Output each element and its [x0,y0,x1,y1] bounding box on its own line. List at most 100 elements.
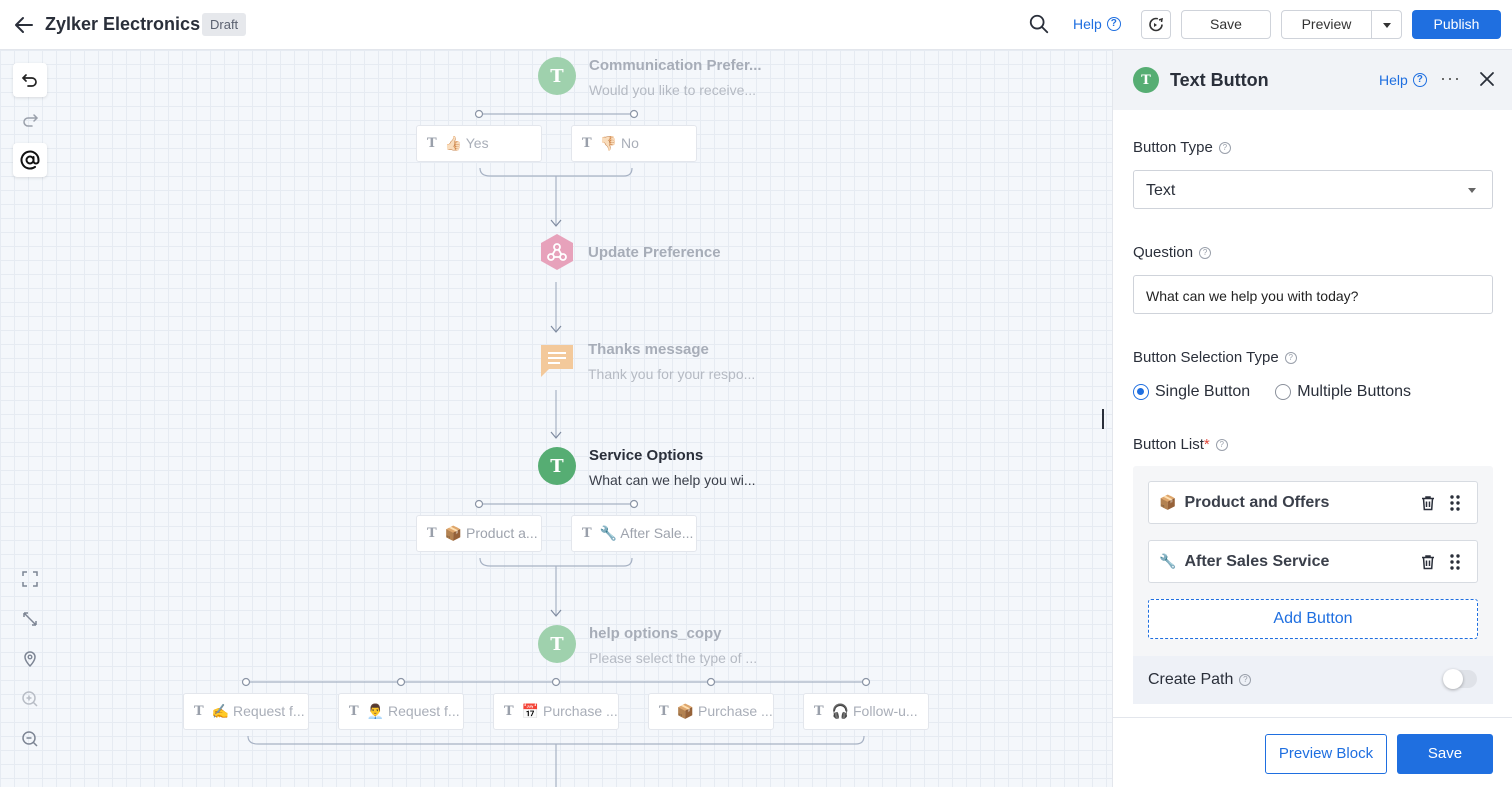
drag-handle-icon[interactable] [1446,494,1464,512]
drag-handle-icon[interactable] [1446,553,1464,571]
location-pin-icon [24,651,36,668]
panel-title: Text Button [1170,70,1269,90]
button-list-item[interactable]: 📦 Product and Offers [1148,481,1478,524]
create-path-toggle[interactable] [1443,669,1477,689]
multiple-buttons-label[interactable]: Multiple Buttons [1297,383,1411,401]
chip-label: 📦 Product a... [444,525,538,541]
undo-button[interactable] [13,63,47,97]
text-button-icon: T [538,447,576,485]
single-button-radio[interactable] [1133,384,1149,400]
status-badge: Draft [202,13,247,36]
info-icon: ? [1284,351,1297,364]
text-type-icon: T [427,136,437,151]
chip-label: 🔧 After Sale... [599,525,694,541]
single-button-label[interactable]: Single Button [1155,383,1250,401]
bot-title: Zylker Electronics [45,14,201,34]
create-path-row: Create Path? [1133,656,1493,704]
block-settings-panel: T Text Button Help? ··· Button Type? Tex… [1112,50,1512,787]
chip-label: 📦 Purchase ... [676,703,773,719]
help-link[interactable]: Help? [1073,16,1121,32]
zoom-out-icon [22,731,38,747]
flow-chip[interactable]: T 👎🏻 No [571,125,697,162]
selection-type-label: Button Selection Type [1133,349,1279,366]
info-icon: ? [1218,141,1231,154]
zoom-in-icon [22,691,38,707]
flow-connectors [241,109,871,787]
expand-button[interactable] [13,602,47,636]
button-type-select[interactable]: Text [1133,170,1493,209]
mention-button[interactable] [13,143,47,177]
expand-arrows-icon [23,612,37,626]
panel-resize-handle[interactable] [1102,409,1104,429]
create-path-label-row: Create Path? [1148,671,1252,689]
locate-button[interactable] [13,642,47,676]
text-button-icon: T [538,57,576,95]
help-circle-icon: ? [1412,73,1427,87]
flow-chip[interactable]: T 📅 Purchase ... [493,693,619,730]
flow-chip[interactable]: T 👍🏻 Yes [416,125,542,162]
flow-chip[interactable]: T 👨‍💼 Request f... [338,693,464,730]
text-type-icon: T [582,526,592,541]
chip-label: 👍🏻 Yes [444,135,489,151]
flow-canvas[interactable]: T Communication Prefer... Would you like… [0,50,1112,787]
selection-type-radio-group: Single Button Multiple Buttons [1133,383,1411,401]
package-icon: 📦 [1159,494,1177,510]
flow-chip[interactable]: T ✍️ Request f... [183,693,309,730]
refresh-icon [1149,17,1163,32]
redo-button[interactable] [13,103,47,137]
chip-label: 👨‍💼 Request f... [366,703,460,719]
flow-chip[interactable]: T 🎧 Follow-u... [803,693,929,730]
publish-button[interactable]: Publish [1412,10,1501,39]
more-options-icon[interactable]: ··· [1440,68,1461,89]
save-button[interactable]: Save [1181,10,1271,39]
required-mark: * [1203,436,1210,453]
button-type-value: Text [1146,182,1176,199]
search-icon[interactable] [1028,13,1050,35]
question-label-row: Question? [1133,244,1212,261]
text-button-icon: T [1133,67,1159,93]
button-type-label: Button Type [1133,139,1213,156]
message-icon [541,345,573,377]
node-title: Update Preference [588,244,721,261]
caret-down-icon [1468,188,1476,193]
at-sign-icon [20,150,40,170]
panel-help-link[interactable]: Help? [1379,72,1427,88]
trash-icon[interactable] [1419,553,1437,571]
trash-icon[interactable] [1419,494,1437,512]
flow-chip[interactable]: T 🔧 After Sale... [571,515,697,552]
fit-screen-button[interactable] [13,562,47,596]
chip-label: 👎🏻 No [599,135,639,151]
node-subtitle: Please select the type of ... [589,650,758,666]
back-arrow-icon[interactable] [12,13,36,37]
node-title: Thanks message [588,341,709,358]
chip-label: 📅 Purchase ... [521,703,618,719]
node-subtitle: What can we help you wi... [589,472,756,488]
question-input[interactable]: What can we help you with today? [1133,275,1493,314]
help-label: Help [1073,16,1102,32]
panel-header: T Text Button Help? ··· [1113,50,1512,110]
preview-block-button[interactable]: Preview Block [1265,734,1387,774]
chip-label: ✍️ Request f... [211,703,305,719]
text-type-icon: T [427,526,437,541]
create-path-label: Create Path [1148,671,1234,688]
button-list-label: Button List* [1133,436,1210,453]
flow-chip[interactable]: T 📦 Product a... [416,515,542,552]
zoom-in-button[interactable] [13,682,47,716]
add-button[interactable]: Add Button [1148,599,1478,639]
button-list-item[interactable]: 🔧 After Sales Service [1148,540,1478,583]
node-subtitle: Thank you for your respo... [588,366,756,382]
close-icon[interactable] [1477,69,1497,89]
button-list-label-row: Button List*? [1133,436,1228,453]
node-subtitle: Would you like to receive... [589,82,757,98]
panel-save-button[interactable]: Save [1397,734,1493,774]
info-icon: ? [1239,674,1252,686]
sync-button[interactable] [1141,10,1171,39]
selection-type-label-row: Button Selection Type? [1133,349,1297,366]
preview-button[interactable]: Preview [1281,10,1372,39]
question-label: Question [1133,244,1194,261]
flow-chip[interactable]: T 📦 Purchase ... [648,693,774,730]
multiple-buttons-radio[interactable] [1275,384,1292,400]
chip-label: 🎧 Follow-u... [831,703,918,719]
zoom-out-button[interactable] [13,722,47,756]
preview-dropdown-button[interactable] [1371,10,1402,39]
